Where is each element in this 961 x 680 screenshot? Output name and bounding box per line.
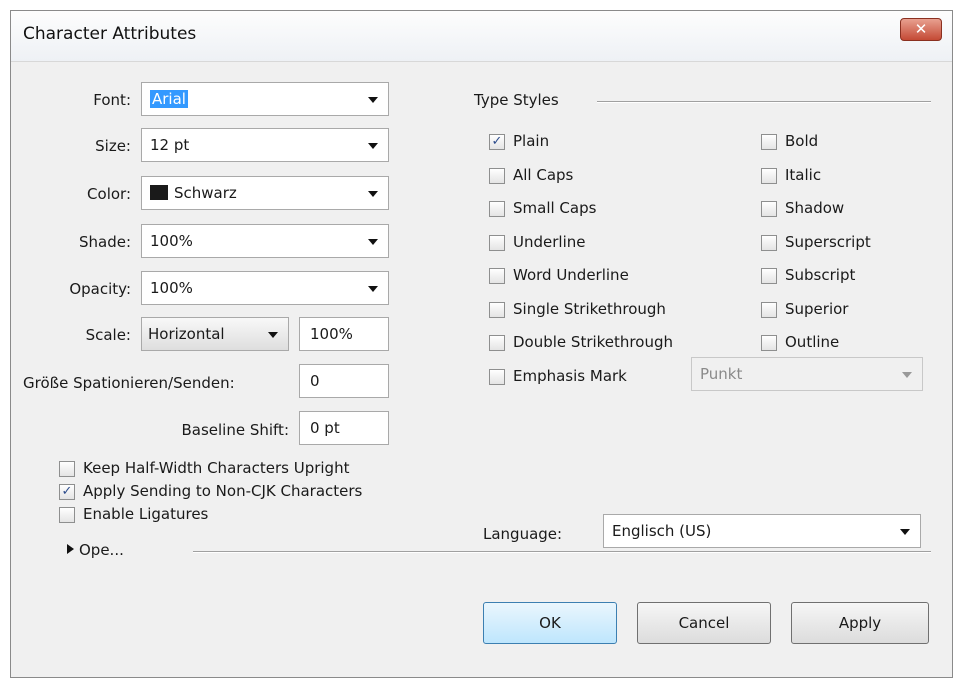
chevron-down-icon: [368, 143, 378, 149]
enable-ligatures-checkbox[interactable]: [59, 507, 75, 523]
shade-combo[interactable]: 100%: [141, 224, 389, 258]
type-styles-divider: [597, 101, 931, 103]
emphasis-mark-value: Punkt: [700, 365, 743, 383]
superscript-label: Superscript: [785, 233, 871, 251]
italic-checkbox[interactable]: [761, 168, 777, 184]
plain-checkbox[interactable]: ✓: [489, 134, 505, 150]
scale-label: Scale:: [85, 326, 131, 344]
tracking-label: Größe Spationieren/Senden:: [23, 374, 235, 392]
cancel-button[interactable]: Cancel: [637, 602, 771, 644]
shade-value: 100%: [150, 232, 193, 250]
chevron-down-icon: [900, 529, 910, 535]
scale-value: 100%: [310, 325, 353, 343]
all-caps-checkbox[interactable]: [489, 168, 505, 184]
word-underline-label: Word Underline: [513, 266, 629, 284]
font-combo[interactable]: Arial: [141, 82, 389, 116]
chevron-down-icon: [368, 97, 378, 103]
baseline-shift-label: Baseline Shift:: [181, 421, 289, 439]
opacity-value: 100%: [150, 279, 193, 297]
chevron-down-icon: [368, 239, 378, 245]
bold-label: Bold: [785, 132, 819, 150]
single-strikethrough-label: Single Strikethrough: [513, 300, 666, 318]
word-underline-checkbox[interactable]: [489, 268, 505, 284]
font-value: Arial: [150, 90, 188, 108]
all-caps-label: All Caps: [513, 166, 574, 184]
language-value: Englisch (US): [612, 522, 712, 540]
type-styles-heading: Type Styles: [474, 91, 559, 109]
scale-mode-value: Horizontal: [148, 325, 225, 343]
outline-checkbox[interactable]: [761, 335, 777, 351]
emphasis-mark-label: Emphasis Mark: [513, 367, 627, 385]
apply-sending-label: Apply Sending to Non-CJK Characters: [83, 482, 363, 500]
keep-half-width-checkbox[interactable]: [59, 461, 75, 477]
subscript-label: Subscript: [785, 266, 856, 284]
subscript-checkbox[interactable]: [761, 268, 777, 284]
dialog-title: Character Attributes: [23, 24, 197, 44]
superior-checkbox[interactable]: [761, 302, 777, 318]
small-caps-checkbox[interactable]: [489, 201, 505, 217]
keep-half-width-label: Keep Half-Width Characters Upright: [83, 459, 350, 477]
character-attributes-dialog: Character Attributes ✕ Font: Arial Size:…: [10, 10, 953, 678]
chevron-down-icon: [902, 372, 912, 378]
language-label: Language:: [483, 525, 563, 543]
tracking-value: 0: [310, 372, 320, 390]
shade-label: Shade:: [78, 233, 131, 251]
single-strikethrough-checkbox[interactable]: [489, 302, 505, 318]
enable-ligatures-label: Enable Ligatures: [83, 505, 209, 523]
baseline-shift-value: 0 pt: [310, 419, 340, 437]
emphasis-mark-combo[interactable]: Punkt: [691, 357, 923, 391]
plain-label: Plain: [513, 132, 550, 150]
opentype-disclosure[interactable]: Ope...: [67, 541, 124, 559]
shadow-label: Shadow: [785, 199, 845, 217]
chevron-down-icon: [368, 286, 378, 292]
opentype-label: Ope...: [79, 541, 124, 559]
underline-checkbox[interactable]: [489, 235, 505, 251]
chevron-down-icon: [368, 191, 378, 197]
size-combo[interactable]: 12 pt: [141, 128, 389, 162]
shadow-checkbox[interactable]: [761, 201, 777, 217]
scale-value-field[interactable]: 100%: [299, 317, 389, 351]
emphasis-mark-checkbox[interactable]: [489, 369, 505, 385]
opentype-divider: [193, 551, 931, 553]
superscript-checkbox[interactable]: [761, 235, 777, 251]
ok-button[interactable]: OK: [483, 602, 617, 644]
opacity-label: Opacity:: [69, 280, 131, 298]
baseline-shift-field[interactable]: 0 pt: [299, 411, 389, 445]
scale-mode-combo[interactable]: Horizontal: [141, 317, 289, 351]
close-icon: ✕: [914, 20, 928, 38]
outline-label: Outline: [785, 333, 840, 351]
italic-label: Italic: [785, 166, 822, 184]
bold-checkbox[interactable]: [761, 134, 777, 150]
close-button[interactable]: ✕: [900, 18, 942, 41]
title-bar: Character Attributes ✕: [11, 11, 952, 62]
size-label: Size:: [95, 137, 131, 155]
check-icon: ✓: [61, 484, 73, 499]
color-swatch: [150, 185, 168, 200]
small-caps-label: Small Caps: [513, 199, 597, 217]
double-strikethrough-label: Double Strikethrough: [513, 333, 673, 351]
tracking-field[interactable]: 0: [299, 364, 389, 398]
double-strikethrough-checkbox[interactable]: [489, 335, 505, 351]
superior-label: Superior: [785, 300, 849, 318]
apply-button[interactable]: Apply: [791, 602, 929, 644]
language-combo[interactable]: Englisch (US): [603, 514, 921, 548]
color-value: Schwarz: [174, 184, 237, 202]
color-label: Color:: [87, 185, 131, 203]
check-icon: ✓: [491, 134, 503, 149]
triangle-right-icon: [67, 544, 74, 554]
apply-sending-checkbox[interactable]: ✓: [59, 484, 75, 500]
chevron-down-icon: [268, 332, 278, 338]
font-label: Font:: [93, 91, 131, 109]
underline-label: Underline: [513, 233, 586, 251]
color-combo[interactable]: Schwarz: [141, 176, 389, 210]
size-value: 12 pt: [150, 136, 190, 154]
opacity-combo[interactable]: 100%: [141, 271, 389, 305]
